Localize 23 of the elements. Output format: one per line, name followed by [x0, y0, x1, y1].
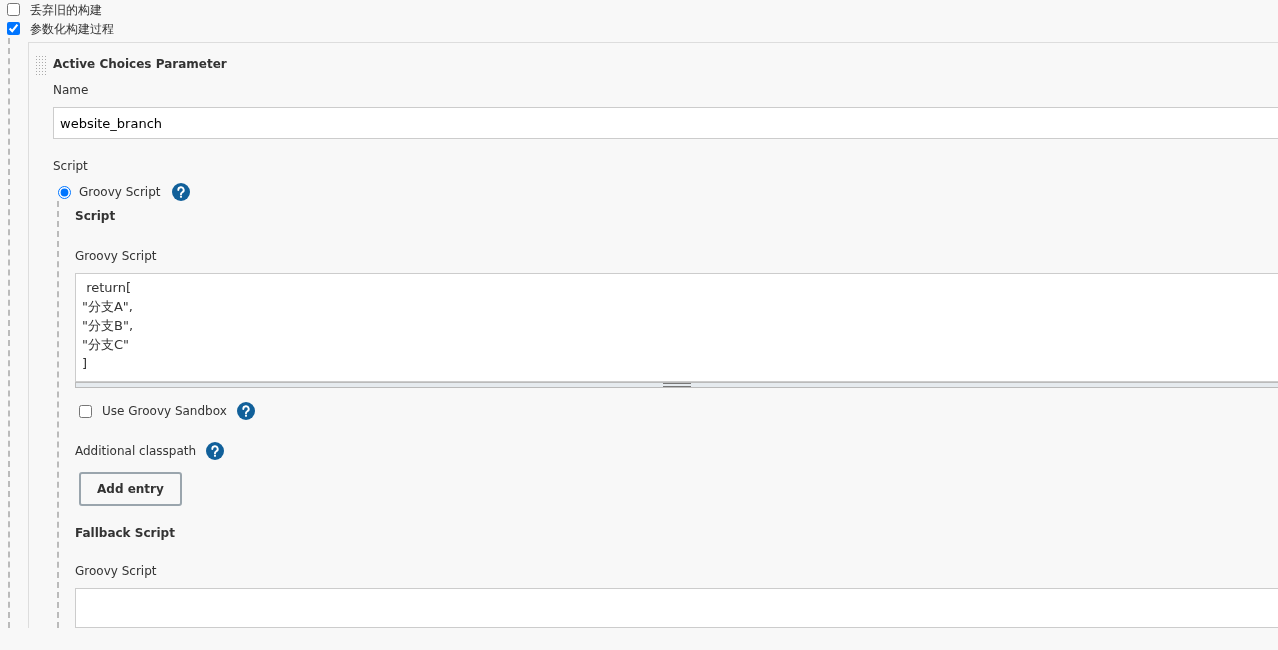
checkbox-label: 丢弃旧的构建	[30, 1, 102, 19]
section-title: Fallback Script	[75, 525, 176, 542]
section-title: Active Choices Parameter	[53, 56, 228, 73]
checkbox-label: 参数化构建过程	[30, 20, 114, 38]
radio-button[interactable]	[58, 185, 71, 199]
checkbox-label: Use Groovy Sandbox	[102, 403, 227, 420]
field-label: Name	[53, 82, 90, 99]
add-entry-button[interactable]: Add entry	[79, 472, 182, 506]
field-label: Additional classpath	[75, 443, 197, 460]
radio-label: Groovy Script	[79, 184, 161, 201]
help-icon[interactable]	[236, 402, 255, 420]
field-label: Groovy Script	[75, 563, 158, 580]
code-editor[interactable]: return[ "分支A", "分支B", "分支C" ]	[75, 273, 1278, 382]
help-icon[interactable]	[172, 183, 191, 201]
checkbox[interactable]	[79, 404, 92, 418]
resize-handle[interactable]	[75, 382, 1278, 388]
field-label: Script	[53, 159, 88, 173]
section-title: Script	[75, 208, 117, 225]
checkbox[interactable]	[7, 3, 20, 16]
help-icon[interactable]	[206, 442, 225, 460]
input-field[interactable]: website_branch	[53, 107, 1278, 139]
checkbox[interactable]	[7, 22, 20, 35]
field-label: Groovy Script	[75, 248, 158, 265]
